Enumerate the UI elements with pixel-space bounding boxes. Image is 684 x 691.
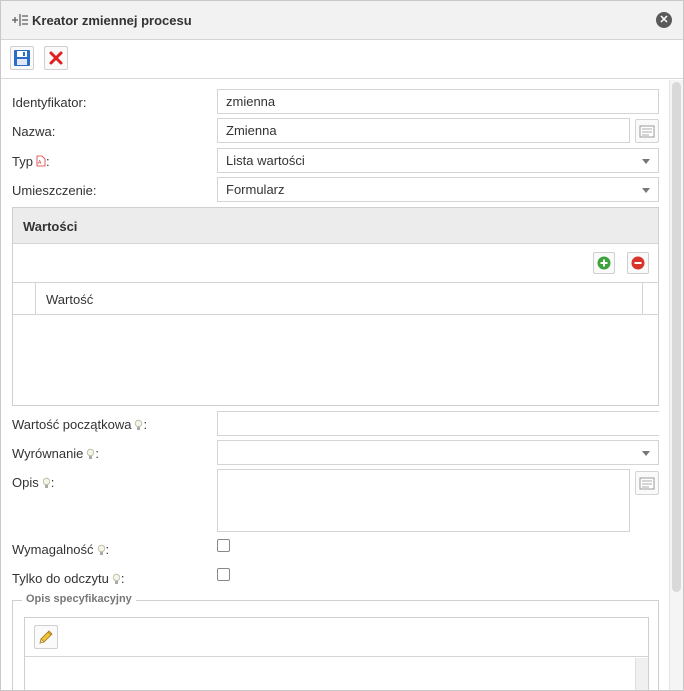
add-value-button[interactable]	[593, 252, 615, 274]
tylko-do-odczytu-checkbox[interactable]	[217, 568, 230, 581]
edit-button[interactable]	[34, 625, 58, 649]
wyrownanie-colon: :	[95, 446, 100, 461]
tylko-do-odczytu-colon: :	[120, 571, 125, 586]
grid-column-divider	[35, 283, 36, 314]
typ-label: Typ A :	[12, 154, 50, 170]
tylko-do-odczytu-label: Tylko do odczytu:	[12, 571, 124, 588]
nazwa-translation-button[interactable]	[635, 119, 659, 143]
chevron-down-icon	[642, 451, 650, 456]
remove-value-button[interactable]	[627, 252, 649, 274]
wartosci-panel-header: Wartości	[13, 208, 658, 244]
delete-icon	[49, 51, 63, 65]
spec-editor-scrollbar[interactable]	[635, 658, 648, 690]
lightbulb-icon	[112, 573, 121, 588]
wartosc-poczatkowa-label-text: Wartość początkowa	[12, 417, 132, 432]
nazwa-label: Nazwa:	[12, 124, 56, 139]
pencil-icon	[39, 630, 53, 644]
dialog-titlebar: Kreator zmiennej procesu ✕	[1, 1, 683, 40]
typ-value: Lista wartości	[226, 153, 305, 168]
nazwa-input[interactable]: Zmienna	[217, 118, 630, 143]
wymagalnosc-checkbox[interactable]	[217, 539, 230, 552]
delete-button[interactable]	[44, 46, 68, 70]
identyfikator-input[interactable]: zmienna	[217, 89, 659, 114]
remove-icon	[631, 256, 645, 270]
lightbulb-icon	[42, 477, 51, 492]
add-icon	[597, 256, 611, 270]
umieszczenie-label: Umieszczenie:	[12, 183, 97, 198]
wymagalnosc-label: Wymagalność:	[12, 542, 109, 559]
spec-editor	[24, 617, 649, 690]
variable-creator-dialog: Kreator zmiennej procesu ✕ Identyfikator…	[0, 0, 684, 691]
wymagalnosc-colon: :	[105, 542, 110, 557]
nazwa-value: Zmienna	[226, 123, 277, 138]
wyrownanie-label-text: Wyrównanie	[12, 446, 84, 461]
umieszczenie-select[interactable]: Formularz	[217, 177, 659, 202]
form-content: Identyfikator: zmienna Nazwa: Zmienna Ty…	[1, 80, 669, 690]
umieszczenie-value: Formularz	[226, 182, 285, 197]
content-scrollbar[interactable]	[669, 80, 683, 690]
values-grid-header: Wartość	[13, 282, 658, 315]
opis-colon: :	[50, 475, 55, 490]
variable-list-icon	[11, 12, 29, 28]
spec-editor-area[interactable]	[25, 658, 635, 690]
note-icon	[639, 477, 655, 490]
lightbulb-icon	[97, 544, 106, 559]
wartosc-column-header[interactable]: Wartość	[46, 292, 93, 307]
opis-specyfikacyjny-legend: Opis specyfikacyjny	[22, 593, 136, 605]
opis-translation-button[interactable]	[635, 471, 659, 495]
dialog-toolbar	[1, 40, 683, 79]
identyfikator-label: Identyfikator:	[12, 95, 87, 110]
opis-textarea[interactable]	[217, 469, 630, 532]
dialog-title: Kreator zmiennej procesu	[32, 13, 192, 28]
wymagalnosc-label-text: Wymagalność	[12, 542, 94, 557]
scrollbar-thumb[interactable]	[672, 82, 681, 592]
save-icon	[14, 50, 30, 66]
typ-select[interactable]: Lista wartości	[217, 148, 659, 173]
save-button[interactable]	[10, 46, 34, 70]
chevron-down-icon	[642, 188, 650, 193]
values-grid-body	[13, 316, 658, 405]
pdf-icon: A	[35, 155, 46, 170]
typ-label-text: Typ	[12, 154, 33, 169]
typ-colon: :	[45, 154, 50, 169]
wyrownanie-select[interactable]	[217, 440, 659, 465]
chevron-down-icon	[642, 159, 650, 164]
opis-label: Opis:	[12, 475, 54, 492]
wyrownanie-label: Wyrównanie:	[12, 446, 99, 463]
grid-column-divider	[642, 283, 643, 314]
spec-editor-toolbar	[25, 618, 648, 657]
opis-specyfikacyjny-fieldset: Opis specyfikacyjny	[12, 593, 659, 690]
opis-label-text: Opis	[12, 475, 39, 490]
wartosc-poczatkowa-colon: :	[143, 417, 148, 432]
identyfikator-value: zmienna	[226, 94, 276, 109]
tylko-do-odczytu-label-text: Tylko do odczytu	[12, 571, 109, 586]
wartosc-poczatkowa-label: Wartość początkowa:	[12, 417, 147, 434]
wartosc-poczatkowa-input[interactable]	[217, 411, 659, 436]
wartosci-panel-title: Wartości	[23, 219, 78, 234]
note-icon	[639, 125, 655, 138]
wartosci-panel: Wartości Wartość	[12, 207, 659, 406]
close-icon[interactable]: ✕	[656, 12, 672, 28]
